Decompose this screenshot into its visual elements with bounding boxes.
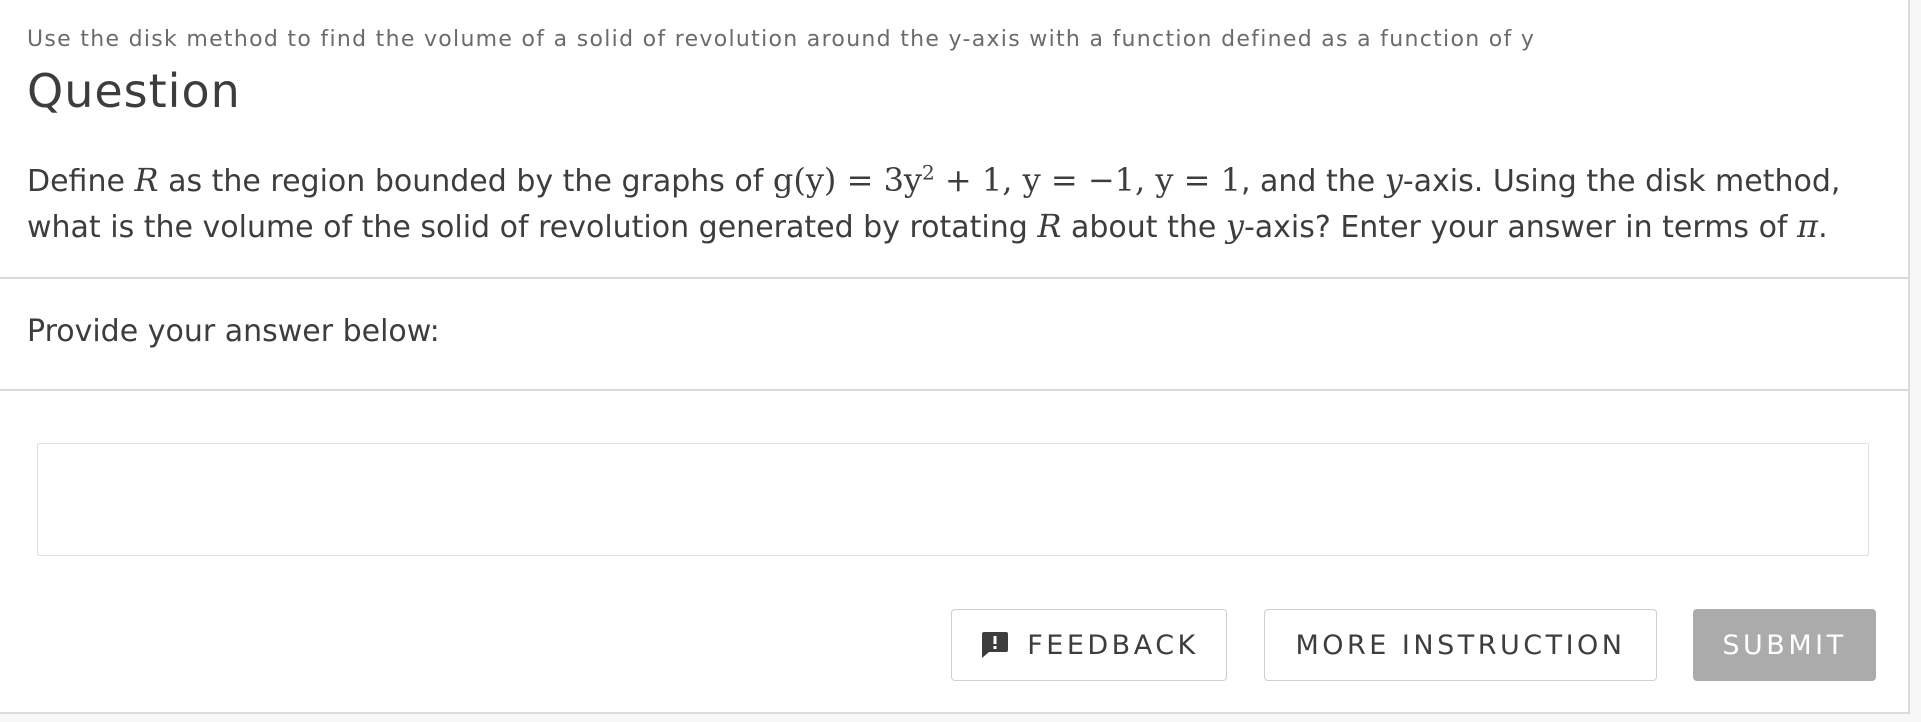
feedback-icon bbox=[979, 629, 1011, 661]
question-text-fragment: Define bbox=[27, 164, 135, 199]
divider bbox=[0, 389, 1910, 391]
math-variable-pi: π bbox=[1797, 207, 1819, 245]
math-variable-y: y bbox=[1384, 161, 1403, 199]
math-variable-r: R bbox=[134, 161, 159, 199]
math-exponent: 2 bbox=[922, 160, 935, 185]
divider bbox=[0, 277, 1910, 279]
question-text-fragment: . bbox=[1818, 210, 1828, 245]
question-line-1: Define R as the region bounded by the gr… bbox=[27, 158, 1887, 204]
question-text-fragment: -axis? Enter your answer in terms of bbox=[1243, 210, 1798, 245]
question-line-2: what is the volume of the solid of revol… bbox=[27, 204, 1887, 250]
math-g-of-y: g(y) = 3y bbox=[772, 161, 922, 199]
question-text: Define R as the region bounded by the gr… bbox=[27, 158, 1887, 250]
answer-input[interactable] bbox=[37, 443, 1869, 556]
question-text-fragment: what is the volume of the solid of revol… bbox=[27, 210, 1038, 245]
math-bounds: + 1, y = −1, y = 1 bbox=[934, 161, 1241, 199]
question-text-fragment: about the bbox=[1061, 210, 1226, 245]
submit-button[interactable]: SUBMIT bbox=[1693, 609, 1876, 681]
math-equation: g(y) = 3y2 + 1, y = −1, y = 1 bbox=[773, 161, 1241, 199]
page-title: Question bbox=[27, 64, 241, 118]
question-text-fragment: -axis. Using the disk method, bbox=[1402, 164, 1841, 199]
more-instruction-button[interactable]: MORE INSTRUCTION bbox=[1264, 609, 1657, 681]
more-instruction-label: MORE INSTRUCTION bbox=[1295, 629, 1626, 661]
feedback-button[interactable]: FEEDBACK bbox=[951, 609, 1227, 681]
question-text-fragment: , and the bbox=[1240, 164, 1385, 199]
question-text-fragment: as the region bounded by the graphs of bbox=[158, 164, 773, 199]
math-variable-y: y bbox=[1225, 207, 1244, 245]
breadcrumb: Use the disk method to find the volume o… bbox=[27, 27, 1536, 52]
answer-prompt: Provide your answer below: bbox=[27, 314, 440, 349]
question-card: Use the disk method to find the volume o… bbox=[0, 0, 1910, 714]
feedback-button-label: FEEDBACK bbox=[1027, 629, 1199, 661]
submit-button-label: SUBMIT bbox=[1722, 629, 1847, 661]
math-variable-r: R bbox=[1037, 207, 1062, 245]
